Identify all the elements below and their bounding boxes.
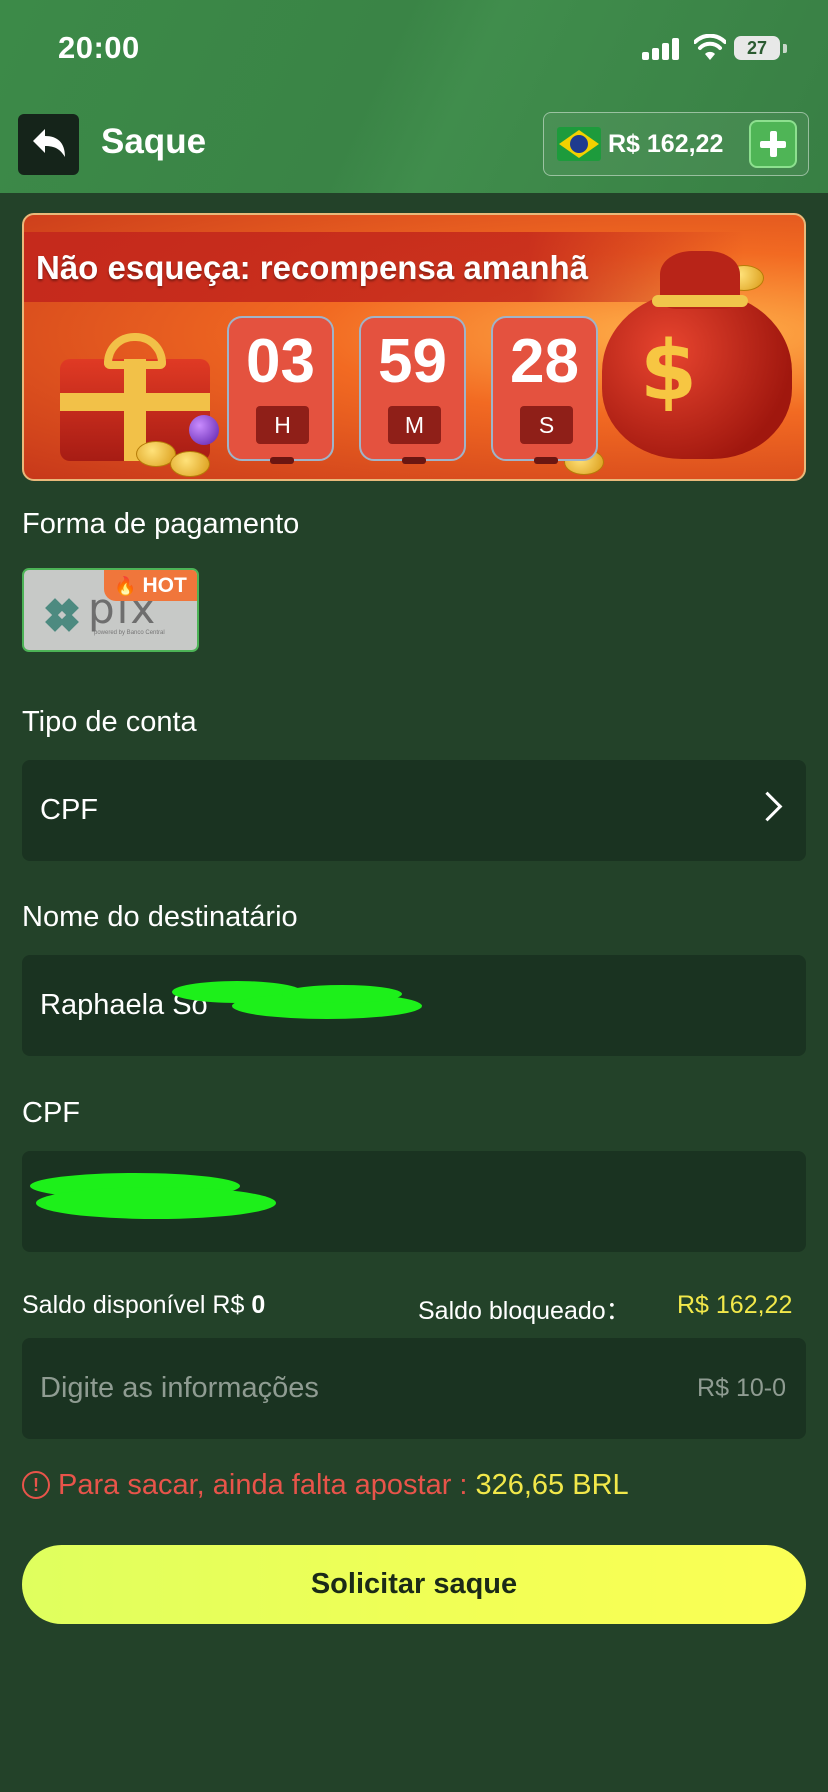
brazil-flag-icon xyxy=(557,127,601,161)
back-button[interactable] xyxy=(18,114,79,175)
fire-icon: 🔥 xyxy=(114,576,137,596)
countdown-seconds-value: 28 xyxy=(510,327,579,396)
redaction-scribble xyxy=(282,985,402,1003)
countdown-hours: 03 H xyxy=(227,316,334,464)
chevron-right-icon xyxy=(752,791,783,822)
cpf-label: CPF xyxy=(22,1097,80,1129)
page-title: Saque xyxy=(101,122,207,161)
withdraw-amount-field[interactable]: Digite as informações R$ 10-0 xyxy=(22,1338,806,1439)
battery-icon: 27 xyxy=(734,36,780,60)
pix-payment-option[interactable]: pix powered by Banco Central 🔥 HOT xyxy=(22,568,199,652)
money-bag-icon: $ xyxy=(602,229,802,469)
gem-icon xyxy=(189,415,219,445)
top-bar: 20:00 27 Saque R$ 162,22 xyxy=(0,0,828,193)
status-icons: 27 xyxy=(642,32,792,66)
wagering-warning: ! Para sacar, ainda falta apostar :326,65… xyxy=(22,1469,629,1502)
wifi-icon xyxy=(694,34,726,60)
countdown-minutes-unit: M xyxy=(388,406,441,444)
countdown-minutes: 59 M xyxy=(359,316,466,464)
pix-logo-icon xyxy=(45,598,79,632)
blocked-balance-label: Saldo bloqueado： xyxy=(418,1297,631,1325)
balance-chip[interactable]: R$ 162,22 xyxy=(543,112,809,176)
countdown-hours-unit: H xyxy=(256,406,309,444)
signal-icon xyxy=(642,38,682,60)
account-type-select[interactable]: CPF xyxy=(22,760,806,861)
countdown-seconds-unit: S xyxy=(520,406,573,444)
header-balance: R$ 162,22 xyxy=(608,130,724,158)
request-withdrawal-button[interactable]: Solicitar saque xyxy=(22,1545,806,1624)
available-balance: Saldo disponível R$ 0 xyxy=(22,1291,266,1319)
pix-logo-subtext: powered by Banco Central xyxy=(94,630,165,636)
coin-icon xyxy=(170,451,210,477)
gift-box-icon xyxy=(60,333,210,461)
account-type-label: Tipo de conta xyxy=(22,706,197,738)
deposit-add-button[interactable] xyxy=(749,120,797,168)
countdown-minutes-value: 59 xyxy=(378,327,447,396)
back-arrow-icon xyxy=(32,128,65,157)
status-time: 20:00 xyxy=(58,30,140,65)
recipient-name-label: Nome do destinatário xyxy=(22,901,298,933)
warning-icon: ! xyxy=(22,1471,50,1499)
countdown-seconds: 28 S xyxy=(491,316,598,464)
cpf-field[interactable] xyxy=(22,1151,806,1252)
redaction-scribble xyxy=(36,1187,276,1219)
account-type-value: CPF xyxy=(40,794,98,826)
amount-range: R$ 10-0 xyxy=(697,1374,786,1402)
banner-title: Não esqueça: recompensa amanhã xyxy=(36,249,589,286)
countdown-hours-value: 03 xyxy=(246,327,315,396)
wagering-amount: 326,65 BRL xyxy=(475,1469,629,1501)
recipient-name-field[interactable]: Raphaela So xyxy=(22,955,806,1056)
blocked-balance-value: R$ 162,22 xyxy=(677,1291,793,1319)
amount-placeholder: Digite as informações xyxy=(40,1372,319,1404)
payment-method-label: Forma de pagamento xyxy=(22,508,300,540)
hot-badge: 🔥 HOT xyxy=(104,570,197,601)
